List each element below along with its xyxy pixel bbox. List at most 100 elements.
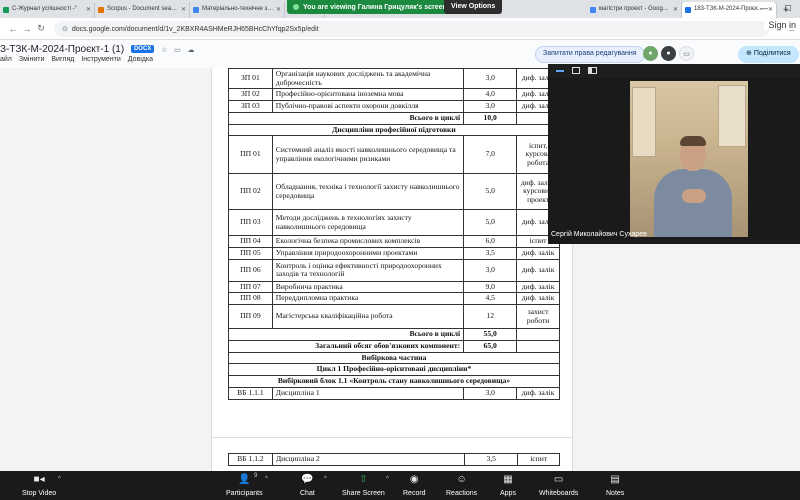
background-cabinet xyxy=(718,85,746,147)
chevron-up-icon[interactable]: ^ xyxy=(324,476,327,482)
course-control: диф. залік xyxy=(516,292,560,306)
video-panel-header xyxy=(548,64,800,78)
minimize-icon[interactable]: — xyxy=(752,0,776,18)
url-input[interactable]: ⊙ docs.google.com/document/d/1v_2KBXR4ASH… xyxy=(54,20,770,37)
chat-button[interactable]: 💬 Chat xyxy=(300,473,315,497)
notes-button[interactable]: ▤ Notes xyxy=(606,473,624,497)
table-row: ЗП 02 Професійно-орієнтована іноземна мо… xyxy=(228,88,560,102)
sign-in-button[interactable]: Sign in xyxy=(764,20,800,30)
apps-button[interactable]: ▦ Apps xyxy=(500,473,516,497)
chat-icon: 💬 xyxy=(301,474,314,485)
menu-help[interactable]: Довідка xyxy=(128,56,153,63)
chat-label: Chat xyxy=(300,490,315,497)
menu-tools[interactable]: Інструменти xyxy=(81,56,120,63)
participant-hair xyxy=(680,136,706,146)
close-icon[interactable]: ✕ xyxy=(181,6,186,13)
course-code: ПП 05 xyxy=(228,247,273,260)
avatar[interactable]: ● xyxy=(643,46,658,61)
course-control: диф. залік xyxy=(516,258,560,282)
close-icon[interactable]: ✕ xyxy=(673,6,678,13)
reload-icon[interactable]: ↻ xyxy=(34,23,48,34)
share-button[interactable]: ⊕ Поділитися xyxy=(738,46,799,63)
course-credits: 3,0 xyxy=(463,258,518,282)
cloud-status-icon[interactable]: ☁ xyxy=(188,46,195,54)
chevron-up-icon[interactable]: ^ xyxy=(265,476,268,482)
empty-cell xyxy=(516,328,560,341)
maximize-icon[interactable]: ☐ xyxy=(776,0,800,18)
table-row: ПП 08 Переддипломна практика 4,5 диф. за… xyxy=(228,292,560,306)
course-code: ПП 08 xyxy=(228,292,273,306)
chevron-up-icon[interactable]: ^ xyxy=(58,476,61,482)
browser-tab[interactable]: С-Журнал успішності -“ ✕ xyxy=(0,2,95,18)
menu-edit[interactable]: Змінити xyxy=(19,56,45,63)
browser-tab[interactable]: Scopus - Document sea… ✕ xyxy=(95,2,190,18)
table-row: ВБ 1.1.1 Дисципліна 1 3,0 диф. залік xyxy=(228,386,560,400)
whiteboards-button[interactable]: ▭ Whiteboards xyxy=(539,473,578,497)
subtotal-value: 55,0 xyxy=(463,328,518,341)
total-row: Загальний обсяг обов'язкових компонент: … xyxy=(227,339,560,353)
view-options-button[interactable]: View Options xyxy=(444,0,503,14)
back-icon[interactable]: ← xyxy=(6,24,20,34)
minimize-icon[interactable] xyxy=(556,70,564,72)
subtotal-value: 10,0 xyxy=(463,111,518,125)
tab-label: С-Журнал успішності -“ xyxy=(12,6,77,12)
course-control: диф. залік xyxy=(516,280,560,294)
chevron-up-icon[interactable]: ^ xyxy=(386,476,389,482)
course-name: Виробнича практика xyxy=(271,280,465,294)
apps-icon: ▦ xyxy=(503,474,513,485)
speaker-view-icon[interactable] xyxy=(572,67,580,74)
course-name: Професійно-орієнтована іноземна мова xyxy=(271,88,465,102)
course-name: Методи досліджень в технологіях захисту … xyxy=(271,209,465,237)
participants-label: Participants xyxy=(226,490,263,497)
record-button[interactable]: ◉ Record xyxy=(403,473,426,497)
participant-count: 9 xyxy=(254,473,258,479)
site-info-icon[interactable]: ⊙ xyxy=(62,26,68,33)
table-row: ПП 03 Методи досліджень в технологіях за… xyxy=(228,209,560,237)
section-heading: Дисципліни професійної підготовки xyxy=(228,123,560,137)
course-credits: 5,0 xyxy=(463,209,518,237)
gallery-view-icon[interactable] xyxy=(588,67,597,74)
close-icon[interactable]: ✕ xyxy=(276,6,281,13)
course-name: Обладнання, техніка і технології захисту… xyxy=(271,173,465,211)
request-edit-access-button[interactable]: Запитати права редагування xyxy=(535,46,645,63)
comments-icon[interactable]: ▭ xyxy=(679,46,694,61)
course-credits: 12 xyxy=(463,304,518,330)
course-credits: 4,0 xyxy=(463,88,518,102)
course-name: Контроль і оцінка ефективності природоох… xyxy=(271,258,465,282)
menu-file[interactable]: айл xyxy=(0,56,12,63)
address-bar-row: ← → ↻ ⊙ docs.google.com/document/d/1v_2KB… xyxy=(0,18,800,40)
share-screen-button[interactable]: ⇧ Share Screen xyxy=(342,473,385,497)
document-page: ЗП 01 Організація наукових досліджень та… xyxy=(211,68,573,471)
url-text: docs.google.com/document/d/1v_2KBXR4ASHM… xyxy=(71,25,319,33)
menu-view[interactable]: Вигляд xyxy=(51,56,74,63)
section-row: Вибірковий блок 1.1 «Контроль стану навк… xyxy=(228,375,560,388)
course-credits: 9,0 xyxy=(463,280,518,294)
course-credits: 6,0 xyxy=(463,235,518,249)
subtotal-row: Всього в циклі 10,0 xyxy=(227,111,560,125)
reactions-button[interactable]: ☺ Reactions xyxy=(446,473,477,497)
course-credits: 3,0 xyxy=(463,68,518,90)
stop-video-button[interactable]: ■◂ Stop Video xyxy=(22,473,56,497)
document-title[interactable]: З-ТЗК-М-2024-Проєкт-1 (1) xyxy=(0,44,124,55)
course-code: ПП 02 xyxy=(228,173,273,211)
table-row: ПП 04 Екологічна безпека промислових ком… xyxy=(228,235,560,249)
avatar[interactable]: ● xyxy=(661,46,676,61)
cycle-heading: Цикл 1 Професійно-орієнтовані дисципліни… xyxy=(228,363,560,377)
notes-label: Notes xyxy=(606,490,625,497)
forward-icon[interactable]: → xyxy=(20,24,34,34)
course-code: ЗП 03 xyxy=(228,100,273,113)
course-credits: 3,0 xyxy=(463,386,518,400)
sharing-indicator-icon xyxy=(293,4,299,10)
video-panel[interactable]: Сергій Миколайович Сухарев xyxy=(548,64,800,244)
apps-label: Apps xyxy=(500,490,516,497)
record-icon: ◉ xyxy=(409,474,419,485)
whiteboard-icon: ▭ xyxy=(553,474,564,485)
course-code: ЗП 01 xyxy=(228,68,273,90)
whiteboards-label: Whiteboards xyxy=(539,490,579,497)
close-icon[interactable]: ✕ xyxy=(86,6,91,13)
notes-icon: ▤ xyxy=(610,474,620,485)
browser-tab[interactable]: Матеріально-технічне з… ✕ xyxy=(190,2,285,18)
move-folder-icon[interactable]: ▭ xyxy=(174,46,181,54)
browser-tab[interactable]: магістри проект - Goog… ✕ xyxy=(587,2,682,18)
star-icon[interactable]: ☆ xyxy=(161,46,167,54)
